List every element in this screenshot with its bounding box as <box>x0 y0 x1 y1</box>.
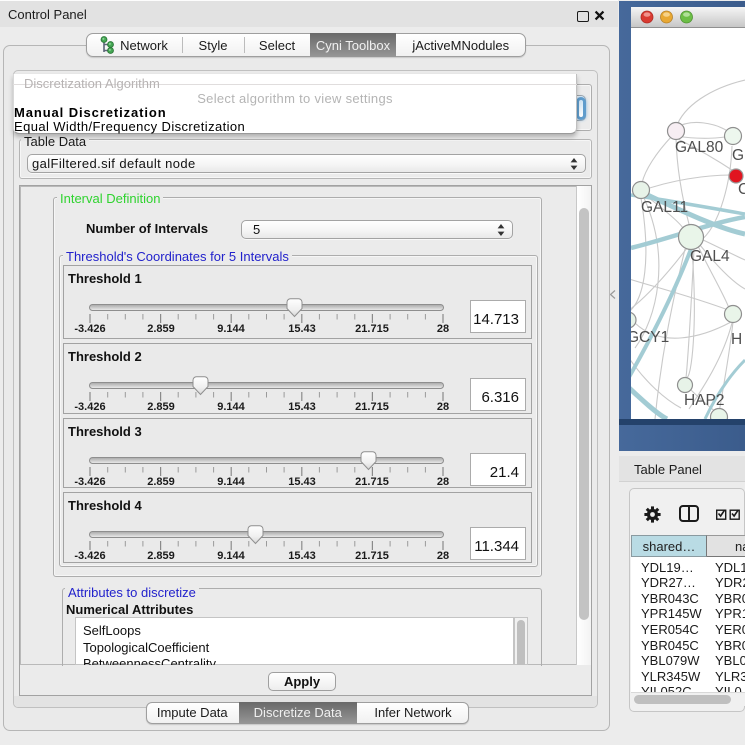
svg-text:GAL80: GAL80 <box>675 139 724 156</box>
svg-text:H: H <box>731 331 742 348</box>
svg-text:HAP2: HAP2 <box>684 392 725 409</box>
svg-text:GAL11: GAL11 <box>641 199 688 216</box>
svg-text:C: C <box>738 181 745 198</box>
svg-text:GCY1: GCY1 <box>631 329 669 346</box>
svg-text:G: G <box>732 147 744 164</box>
svg-text:GAL4: GAL4 <box>690 248 730 265</box>
